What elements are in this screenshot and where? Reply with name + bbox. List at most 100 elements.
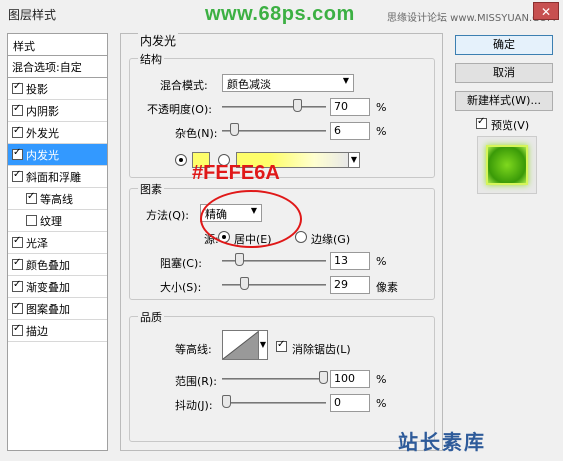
range-slider-thumb[interactable] (319, 371, 328, 384)
inner-glow-checkbox[interactable] (12, 147, 23, 160)
color-radio[interactable] (175, 154, 187, 166)
choke-slider-thumb[interactable] (235, 253, 244, 266)
drop-shadow-checkbox[interactable] (12, 81, 23, 94)
style-item-label: 图案叠加 (26, 302, 70, 316)
panel-title: 内发光 (138, 32, 179, 49)
close-button[interactable]: ✕ (533, 2, 559, 20)
choke-label: 阻塞(C): (160, 257, 202, 270)
bevel-emboss-checkbox[interactable] (12, 169, 23, 182)
style-item-satin[interactable]: 光泽 (8, 232, 107, 254)
gradient-overlay-checkbox[interactable] (12, 279, 23, 292)
choke-input[interactable]: 13 (330, 252, 370, 270)
contour-picker[interactable] (222, 330, 260, 360)
style-item-color-overlay[interactable]: 颜色叠加 (8, 254, 107, 276)
pattern-overlay-checkbox[interactable] (12, 301, 23, 314)
window-title: 图层样式 (8, 8, 57, 22)
style-preview (477, 136, 537, 194)
preview-checkbox[interactable] (476, 116, 487, 129)
style-item-inner-glow[interactable]: 内发光 (8, 144, 107, 166)
annotation-circle (200, 190, 302, 248)
blend-mode-label: 混合模式: (160, 79, 208, 92)
elements-legend: 图素 (138, 181, 164, 197)
close-icon: ✕ (540, 5, 552, 19)
contour-checkbox[interactable] (26, 191, 37, 204)
opacity-slider[interactable] (222, 106, 326, 108)
anti-alias-checkbox[interactable] (276, 339, 287, 352)
opacity-slider-thumb[interactable] (293, 99, 302, 112)
range-unit: % (376, 373, 387, 386)
style-item-label: 斜面和浮雕 (26, 170, 81, 184)
blend-mode-value: 颜色减淡 (227, 78, 271, 91)
watermark-url: www.68ps.com (205, 3, 355, 25)
style-item-stroke[interactable]: 描边 (8, 320, 107, 342)
opacity-unit: % (376, 101, 387, 114)
inner-shadow-checkbox[interactable] (12, 103, 23, 116)
size-unit: 像素 (376, 281, 398, 294)
quality-legend: 品质 (138, 309, 164, 325)
style-item-blend-options[interactable]: 混合选项:自定 (8, 56, 107, 78)
chevron-down-icon: ▼ (259, 340, 267, 349)
size-slider-thumb[interactable] (240, 277, 249, 290)
jitter-input[interactable]: 0 (330, 394, 370, 412)
source-edge-radio[interactable] (295, 231, 307, 243)
watermark-bottom: 站长素库 (398, 432, 486, 454)
source-edge-label[interactable]: 边缘(G) (311, 231, 350, 247)
jitter-slider[interactable] (222, 402, 326, 404)
style-item-texture[interactable]: 纹理 (8, 210, 107, 232)
watermark-subtitle: 思缘设计论坛 www.MISSYUAN.COM (387, 13, 556, 24)
quality-group: 品质 等高线: ▼ 消除锯齿(L) 范围(R): 100 % 抖动(J): 0 … (129, 309, 435, 442)
chevron-down-icon: ▼ (350, 155, 358, 164)
style-item-label: 等高线 (40, 192, 73, 206)
style-item-label: 外发光 (26, 126, 59, 140)
choke-unit: % (376, 255, 387, 268)
satin-checkbox[interactable] (12, 235, 23, 248)
styles-list: 样式 混合选项:自定 投影 内阴影 外发光 内发光 斜面和浮雕 等高线 纹理 光… (7, 33, 108, 451)
size-slider[interactable] (222, 284, 326, 286)
cancel-button[interactable]: 取消 (455, 63, 553, 83)
ok-button[interactable]: 确定 (455, 35, 553, 55)
color-overlay-checkbox[interactable] (12, 257, 23, 270)
style-item-pattern-overlay[interactable]: 图案叠加 (8, 298, 107, 320)
contour-label: 等高线: (175, 343, 212, 356)
size-label: 大小(S): (160, 281, 202, 294)
new-style-button[interactable]: 新建样式(W)... (455, 91, 553, 111)
style-item-label: 投影 (26, 82, 48, 96)
texture-checkbox[interactable] (26, 215, 37, 226)
outer-glow-checkbox[interactable] (12, 125, 23, 138)
range-input[interactable]: 100 (330, 370, 370, 388)
stroke-checkbox[interactable] (12, 323, 23, 336)
style-item-inner-shadow[interactable]: 内阴影 (8, 100, 107, 122)
styles-header[interactable]: 样式 (8, 34, 107, 56)
style-item-label: 纹理 (40, 214, 62, 228)
range-slider[interactable] (222, 378, 326, 380)
noise-input[interactable]: 6 (330, 122, 370, 140)
contour-dropdown[interactable]: ▼ (258, 330, 268, 360)
annotation-color-hex: #FEFE6A (192, 162, 280, 184)
style-item-contour[interactable]: 等高线 (8, 188, 107, 210)
chevron-down-icon: ▼ (342, 76, 349, 85)
noise-label: 杂色(N): (175, 127, 218, 140)
opacity-input[interactable]: 70 (330, 98, 370, 116)
jitter-unit: % (376, 397, 387, 410)
size-input[interactable]: 29 (330, 276, 370, 294)
preview-label[interactable]: 预览(V) (491, 117, 529, 133)
style-item-label: 渐变叠加 (26, 280, 70, 294)
jitter-label: 抖动(J): (175, 399, 213, 412)
style-item-outer-glow[interactable]: 外发光 (8, 122, 107, 144)
jitter-slider-thumb[interactable] (222, 395, 231, 408)
anti-alias-label[interactable]: 消除锯齿(L) (292, 341, 351, 357)
structure-legend: 结构 (138, 51, 164, 67)
style-item-label: 光泽 (26, 236, 48, 250)
noise-unit: % (376, 125, 387, 138)
preview-tile (486, 145, 528, 185)
style-item-bevel-emboss[interactable]: 斜面和浮雕 (8, 166, 107, 188)
gradient-dropdown[interactable]: ▼ (348, 152, 360, 168)
noise-slider-thumb[interactable] (230, 123, 239, 136)
structure-group: 结构 混合模式: 颜色减淡 ▼ 不透明度(O): 70 % 杂色(N): 6 %… (129, 51, 435, 178)
title-bar: 图层样式 www.68ps.com 思缘设计论坛 www.MISSYUAN.CO… (0, 0, 563, 30)
range-label: 范围(R): (175, 375, 217, 388)
style-item-drop-shadow[interactable]: 投影 (8, 78, 107, 100)
style-item-gradient-overlay[interactable]: 渐变叠加 (8, 276, 107, 298)
blend-mode-select[interactable]: 颜色减淡 ▼ (222, 74, 354, 92)
opacity-label: 不透明度(O): (147, 103, 212, 116)
